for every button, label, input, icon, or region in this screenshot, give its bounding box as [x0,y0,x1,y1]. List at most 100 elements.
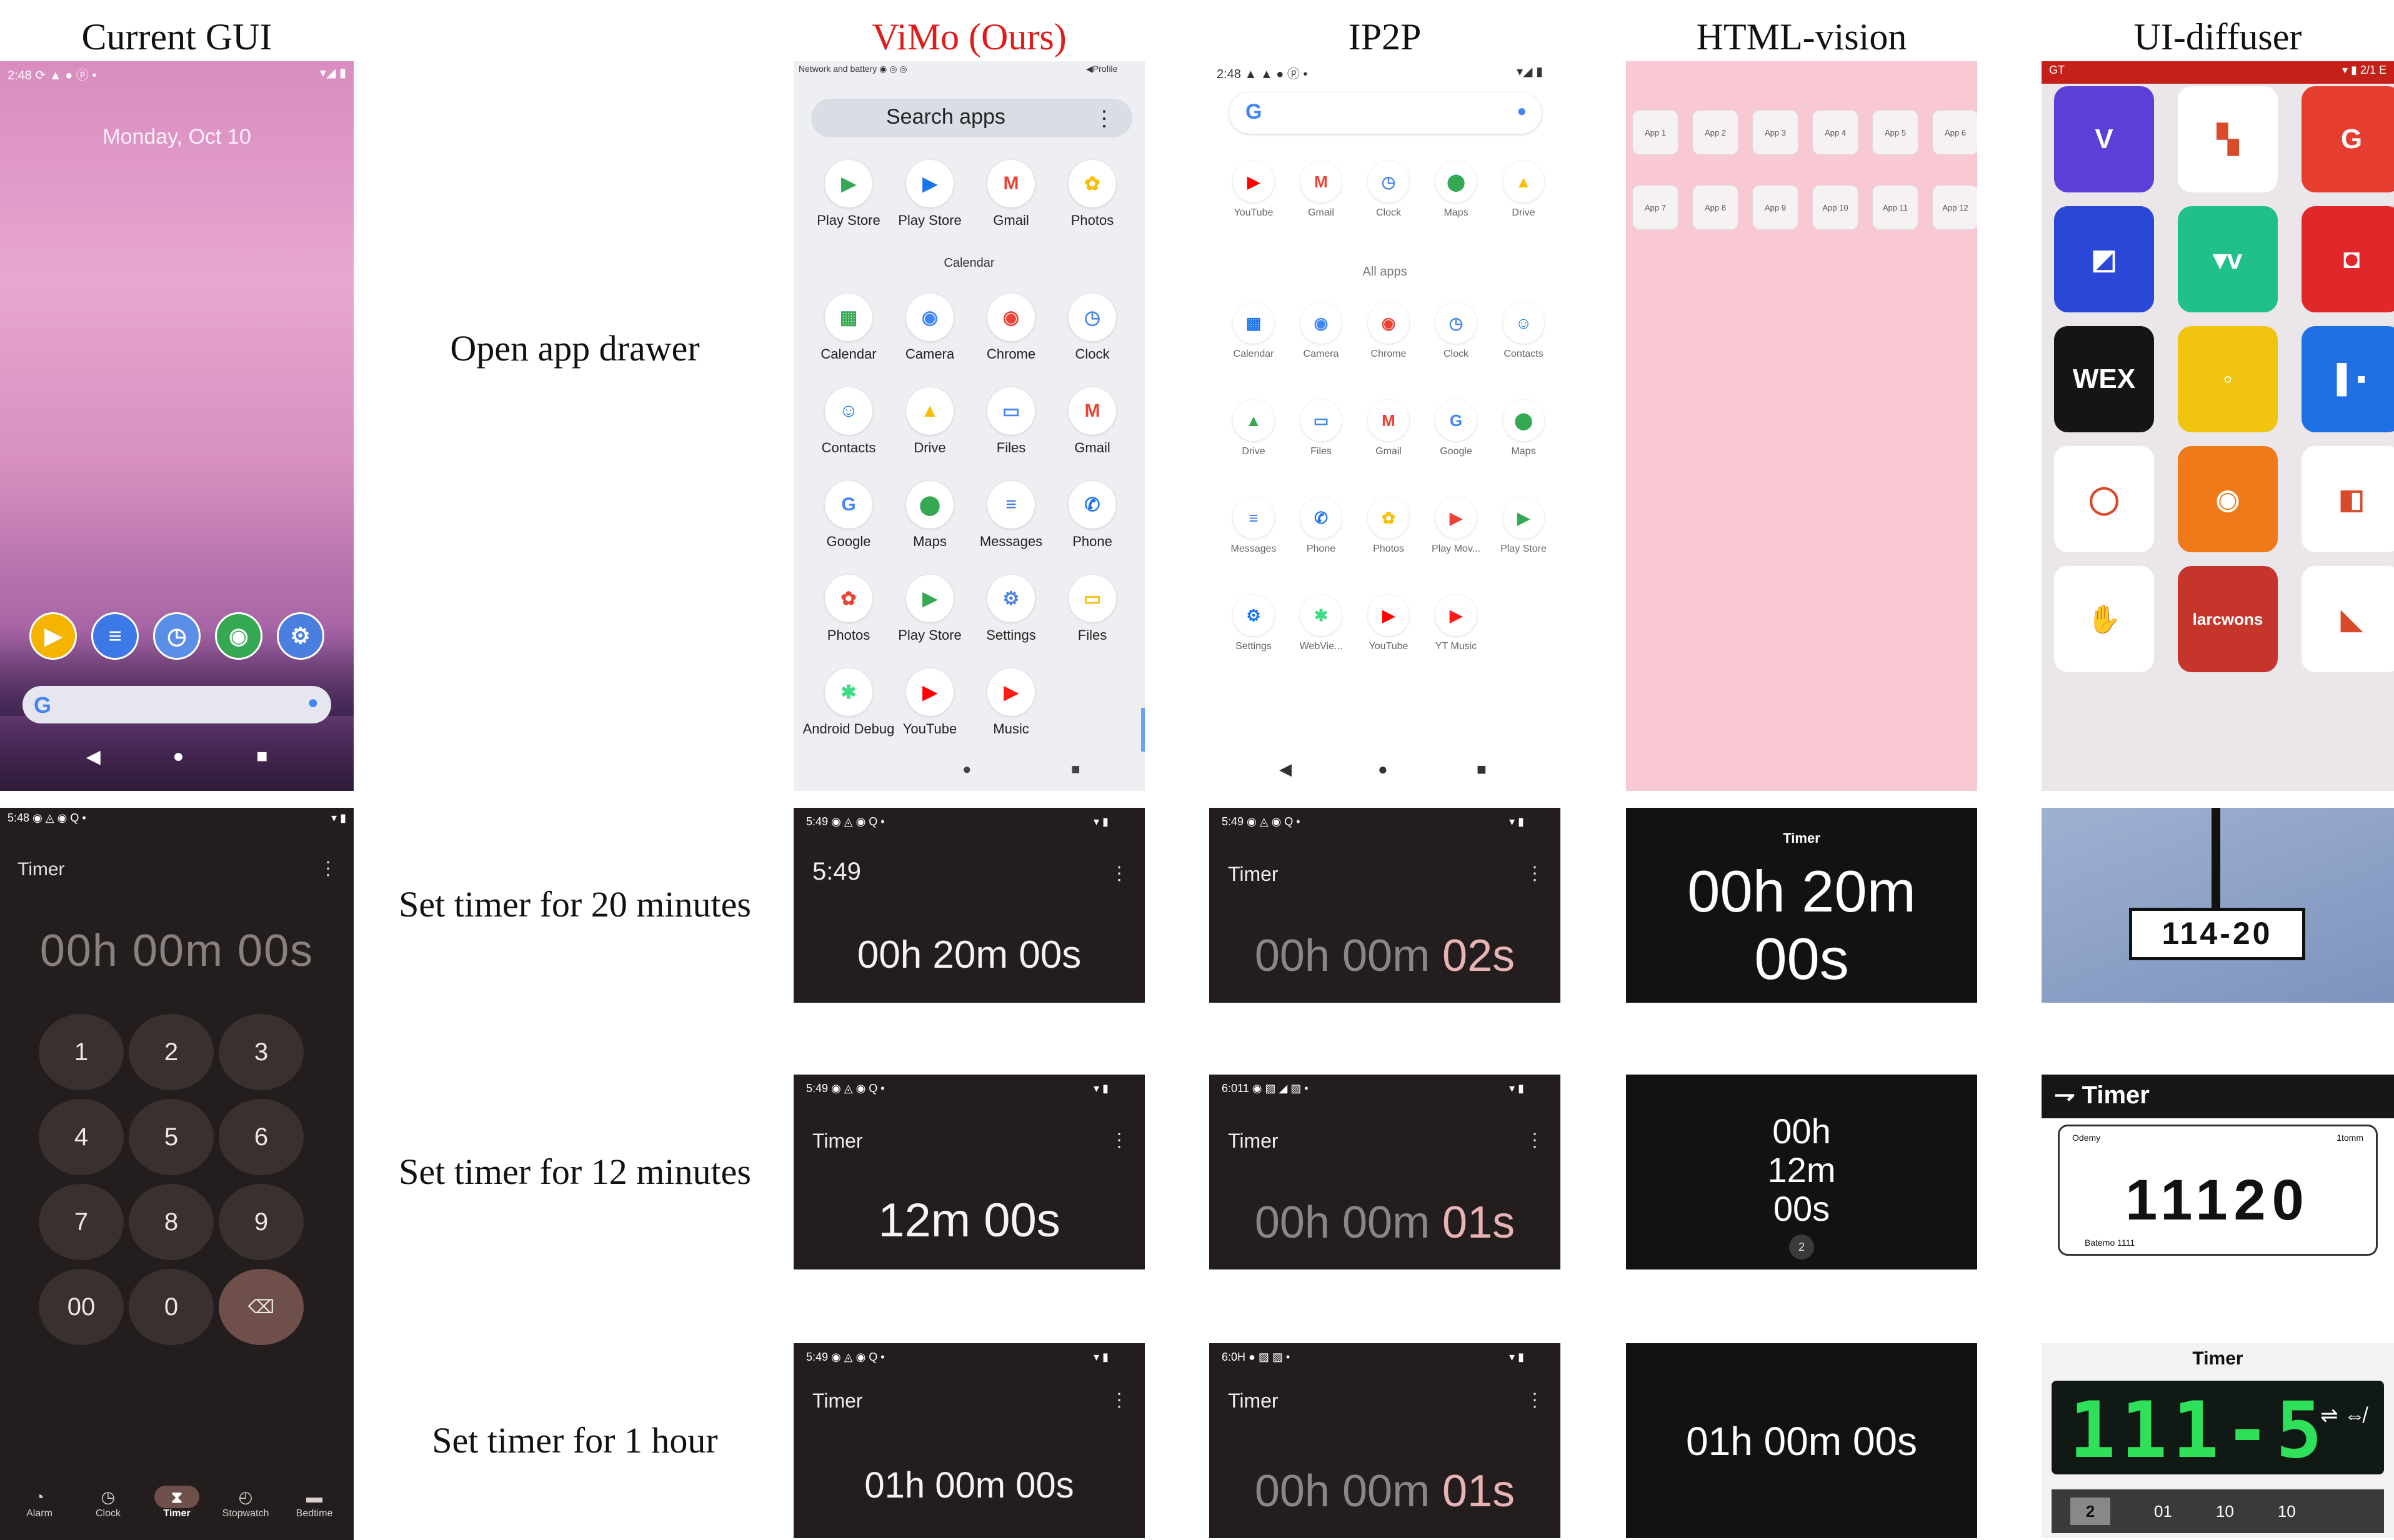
app-tile[interactable]: ✋ [2054,566,2154,672]
app-maps[interactable]: ⬤ Maps [1490,400,1557,457]
app-youtube[interactable]: ▶ YouTube [1355,595,1422,652]
key-00[interactable]: 00 [39,1269,124,1345]
app-clock[interactable]: ◷ Clock [1355,161,1422,219]
app-drive[interactable]: ▲ Drive [1490,161,1557,219]
app-tile[interactable]: ◧ [2302,446,2394,552]
app-app-7[interactable]: App 7 [1632,185,1678,230]
app-contacts[interactable]: ☺ Contacts [809,387,889,456]
key-8[interactable]: 8 [129,1184,214,1260]
app-tile[interactable]: larcwons [2178,566,2278,672]
app-photos[interactable]: ✿ Photos [809,575,889,643]
app-google[interactable]: G Google [1423,400,1489,457]
app-contacts[interactable]: ☺ Contacts [1490,302,1557,360]
more-options-icon[interactable]: ⋮ [1094,106,1115,131]
app-messages[interactable]: ≡ Messages [1220,497,1287,555]
profile-label[interactable]: ◀Profile [1086,64,1145,74]
key-0[interactable]: 0 [129,1269,214,1345]
key-7[interactable]: 7 [39,1184,124,1260]
app-phone[interactable]: ✆ Phone [1052,481,1132,550]
recents-button[interactable]: ■ [256,746,267,767]
more-options-button[interactable]: ⋮ [1525,1389,1544,1411]
app-android-debug[interactable]: ✱ Android Debug [803,668,894,737]
app-files[interactable]: ▭ Files [971,387,1051,456]
app-tile[interactable]: ◘ [2302,206,2394,312]
back-button[interactable]: ◀ [86,746,101,768]
assistant-icon[interactable]: ● [307,692,319,713]
app-app-4[interactable]: App 4 [1812,110,1858,155]
app-tile[interactable]: G [2302,86,2394,192]
app-messages[interactable]: ≡ Messages [971,481,1051,550]
key-1[interactable]: 1 [39,1014,124,1090]
tab-stopwatch[interactable]: ◴ Stopwatch [214,1486,277,1519]
app-play-store[interactable]: ▶ Play Store [809,160,889,229]
app-app-8[interactable]: App 8 [1692,185,1738,230]
page-indicator[interactable]: 2 [1789,1234,1814,1259]
app-settings[interactable]: ⚙ Settings [971,575,1051,643]
app-tile[interactable]: ◩ [2054,206,2154,312]
more-options-button[interactable]: ⋮ [1110,1130,1129,1151]
app-gmail[interactable]: M Gmail [1355,400,1422,457]
app-tile[interactable]: V [2054,86,2154,192]
app-calendar[interactable]: ▦ Calendar [1220,302,1287,360]
app-music[interactable]: ▶ Music [971,668,1051,737]
more-options-button[interactable]: ⋮ [1525,1130,1544,1151]
app-drive[interactable]: ▲ Drive [890,387,970,456]
app-app-9[interactable]: App 9 [1752,185,1798,230]
search-apps-input[interactable]: Search apps ⋮ [811,99,1132,137]
app-play-mov[interactable]: ▶ Play Mov... [1423,497,1489,555]
home-button[interactable]: ● [1378,760,1388,779]
app-files[interactable]: ▭ Files [1288,400,1354,457]
recents-button[interactable]: ■ [1071,761,1080,778]
messages-icon[interactable]: ≡ [91,612,139,660]
app-app-1[interactable]: App 1 [1632,110,1678,155]
app-tile[interactable]: ▾v [2178,206,2278,312]
app-youtube[interactable]: ▶ YouTube [1220,161,1287,219]
tab-bedtime[interactable]: ▬ Bedtime [283,1486,346,1519]
app-play-store[interactable]: ▶ Play Store [890,160,970,229]
backspace-key[interactable]: ⌫ [219,1269,304,1345]
clock-icon[interactable]: ◷ [152,612,201,660]
app-photos[interactable]: ✿ Photos [1052,160,1132,229]
assistant-icon[interactable]: ● [1517,101,1527,121]
app-clock[interactable]: ◷ Clock [1423,302,1489,360]
tab-alarm[interactable]: ◔ Alarm [8,1486,71,1519]
chrome-icon[interactable]: ◉ [214,612,262,660]
recents-button[interactable]: ■ [1477,760,1487,779]
app-calendar[interactable]: ▦ Calendar [809,294,889,362]
scrollbar[interactable] [1141,708,1145,752]
app-chrome[interactable]: ◉ Chrome [971,294,1051,362]
app-camera[interactable]: ◉ Camera [1288,302,1354,360]
back-button[interactable]: ◀ [1279,760,1292,779]
app-photos[interactable]: ✿ Photos [1355,497,1422,555]
app-app-10[interactable]: App 10 [1812,185,1858,230]
google-search-bar[interactable]: G ● [1229,92,1542,134]
app-tile[interactable]: ◉ [2178,446,2278,552]
play-store-icon[interactable]: ▶ [29,612,77,660]
app-settings[interactable]: ⚙ Settings [1220,595,1287,652]
app-chrome[interactable]: ◉ Chrome [1355,302,1422,360]
key-5[interactable]: 5 [129,1099,214,1175]
key-3[interactable]: 3 [219,1014,304,1090]
key-4[interactable]: 4 [39,1099,124,1175]
more-options-button[interactable]: ⋮ [1110,1389,1129,1411]
app-tile[interactable]: ◦ [2178,326,2278,432]
more-options-button[interactable]: ⋮ [1110,863,1129,885]
app-app-2[interactable]: App 2 [1692,110,1738,155]
app-google[interactable]: G Google [809,481,889,550]
tab-clock[interactable]: ◷ Clock [77,1486,139,1519]
settings-icon[interactable]: ⚙ [276,612,324,660]
home-button[interactable]: ● [172,746,184,767]
google-search-bar[interactable]: G ● [22,686,331,723]
app-clock[interactable]: ◷ Clock [1052,294,1132,362]
app-tile[interactable]: ▌▪ [2302,326,2394,432]
app-app-6[interactable]: App 6 [1932,110,1977,155]
app-gmail[interactable]: M Gmail [971,160,1051,229]
key-6[interactable]: 6 [219,1099,304,1175]
app-app-3[interactable]: App 3 [1752,110,1798,155]
tab-timer[interactable]: ⧗ Timer [146,1486,208,1519]
app-drive[interactable]: ▲ Drive [1220,400,1287,457]
app-tile[interactable]: ▚ [2178,86,2278,192]
app-maps[interactable]: ⬤ Maps [890,481,970,550]
app-phone[interactable]: ✆ Phone [1288,497,1354,555]
more-options-button[interactable]: ⋮ [319,858,337,880]
